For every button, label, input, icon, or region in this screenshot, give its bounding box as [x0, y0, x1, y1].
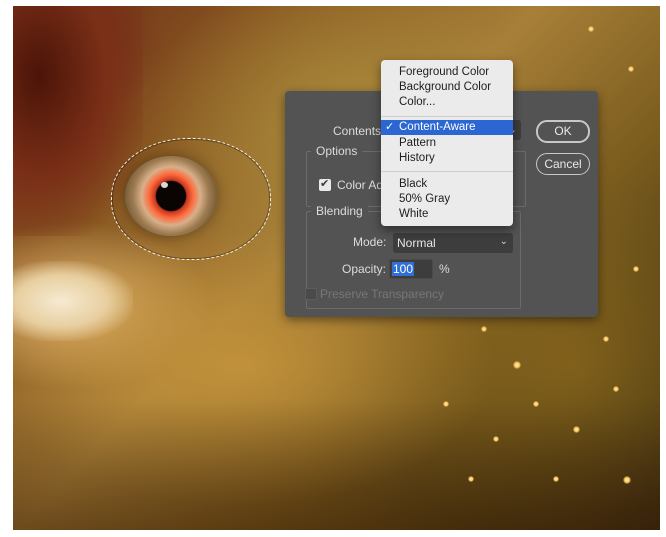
- scale-sparkle: [573, 426, 580, 433]
- menu-item-label: Black: [399, 178, 428, 190]
- menu-separator: [381, 171, 513, 172]
- menu-item-black[interactable]: Black: [381, 177, 513, 192]
- opacity-unit: %: [439, 262, 450, 276]
- cancel-button[interactable]: Cancel: [536, 153, 590, 175]
- scale-sparkle: [468, 476, 474, 482]
- contents-menu: Foreground Color Background Color Color.…: [381, 60, 513, 226]
- menu-item-pattern[interactable]: Pattern: [381, 136, 513, 151]
- ok-button[interactable]: OK: [536, 120, 590, 143]
- preserve-transparency-checkbox[interactable]: [305, 288, 317, 300]
- scale-sparkle: [533, 401, 539, 407]
- menu-item-50-gray[interactable]: 50% Gray: [381, 192, 513, 207]
- menu-separator: [381, 116, 513, 117]
- color-adaptation-checkbox[interactable]: ✔: [319, 178, 331, 191]
- mode-dropdown[interactable]: Normal ⌄: [393, 233, 513, 253]
- scale-sparkle: [613, 386, 619, 392]
- menu-item-white[interactable]: White: [381, 207, 513, 222]
- menu-item-label: Pattern: [399, 137, 437, 149]
- opacity-label: Opacity:: [342, 262, 387, 276]
- menu-item-label: Color...: [399, 96, 436, 108]
- menu-item-foreground-color[interactable]: Foreground Color: [381, 65, 513, 80]
- scale-sparkle: [443, 401, 449, 407]
- preserve-transparency-label: Preserve Transparency: [320, 287, 445, 301]
- scale-sparkle: [513, 361, 521, 369]
- menu-item-history[interactable]: History: [381, 151, 513, 166]
- scale-sparkle: [481, 326, 487, 332]
- menu-item-content-aware[interactable]: ✓ Content-Aware: [381, 120, 513, 135]
- menu-item-color[interactable]: Color...: [381, 95, 513, 110]
- fish-teeth: [13, 261, 133, 341]
- chevron-down-icon: ⌄: [499, 236, 508, 247]
- menu-item-label: White: [399, 208, 429, 220]
- mode-label: Mode:: [353, 235, 387, 249]
- opacity-input[interactable]: 100: [389, 259, 433, 279]
- scale-sparkle: [633, 266, 639, 272]
- opacity-value: 100: [392, 262, 415, 276]
- scale-sparkle: [603, 336, 609, 342]
- menu-item-label: History: [399, 152, 435, 164]
- mode-value: Normal: [397, 236, 436, 250]
- menu-item-label: Foreground Color: [399, 66, 490, 78]
- scale-sparkle: [553, 476, 559, 482]
- menu-item-background-color[interactable]: Background Color: [381, 80, 513, 95]
- scale-sparkle: [588, 26, 594, 32]
- checkmark-icon: ✔: [320, 178, 330, 190]
- background-shade: [13, 400, 660, 530]
- menu-item-label: Background Color: [399, 81, 492, 93]
- menu-item-label: Content-Aware: [399, 121, 476, 133]
- menu-item-label: 50% Gray: [399, 193, 451, 205]
- contents-label: Contents: [333, 124, 382, 138]
- scale-sparkle: [493, 436, 499, 442]
- scale-sparkle: [628, 66, 634, 72]
- blending-group-title: Blending: [311, 204, 368, 218]
- scale-sparkle: [623, 476, 631, 484]
- options-group-title: Options: [311, 144, 363, 158]
- marquee-selection[interactable]: [111, 138, 271, 260]
- checkmark-icon: ✓: [385, 121, 395, 133]
